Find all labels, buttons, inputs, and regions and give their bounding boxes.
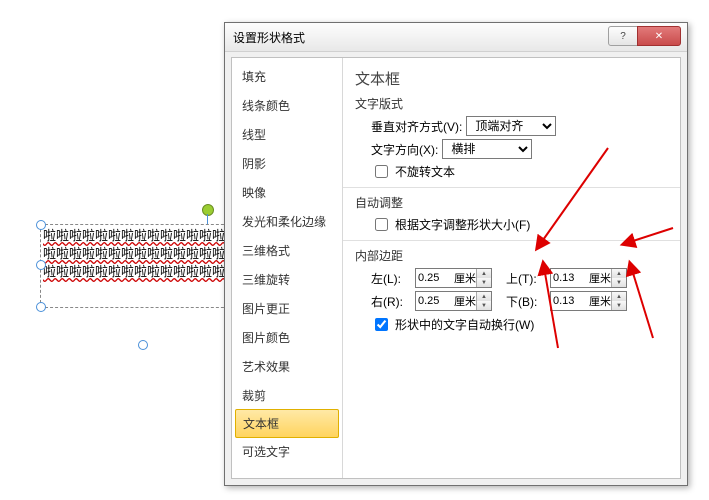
sidebar-item-linecolor[interactable]: 线条颜色 bbox=[232, 91, 342, 120]
margin-top-input[interactable] bbox=[551, 270, 587, 286]
sidebar-item-linestyle[interactable]: 线型 bbox=[232, 120, 342, 149]
resize-handle-sw[interactable] bbox=[36, 302, 46, 312]
margins-label: 内部边距 bbox=[355, 247, 668, 264]
textbox-panel: 文本框 文字版式 垂直对齐方式(V): 顶端对齐 文字方向(X): 横排 不旋转… bbox=[343, 58, 680, 478]
sidebar-item-3drotation[interactable]: 三维旋转 bbox=[232, 265, 342, 294]
wrap-label: 形状中的文字自动换行(W) bbox=[395, 316, 534, 333]
margin-top-label: 上(T): bbox=[506, 270, 546, 287]
panel-heading: 文本框 bbox=[355, 68, 668, 89]
dialog-body: 填充 线条颜色 线型 阴影 映像 发光和柔化边缘 三维格式 三维旋转 图片更正 … bbox=[231, 57, 681, 479]
shape-textbox[interactable]: 啦啦啦啦啦啦啦啦啦啦啦啦啦啦啦啦啦啦 啦啦啦啦啦啦啦啦啦啦啦啦啦啦啦啦啦啦 啦啦… bbox=[40, 224, 244, 308]
text-line: 啦啦啦啦啦啦啦啦啦啦啦啦啦啦啦啦啦啦 bbox=[43, 227, 241, 245]
text-line: 啦啦啦啦啦啦啦啦啦啦啦啦啦啦啦啦啦啦 bbox=[43, 245, 241, 263]
margin-left-spinner[interactable]: 厘米 ▲▼ bbox=[415, 268, 492, 288]
sidebar-item-3dformat[interactable]: 三维格式 bbox=[232, 236, 342, 265]
margin-right-label: 右(R): bbox=[371, 293, 411, 310]
resize-shape-checkbox[interactable] bbox=[375, 218, 388, 231]
wrap-checkbox[interactable] bbox=[375, 318, 388, 331]
textdir-select[interactable]: 横排 bbox=[442, 139, 532, 159]
spin-down-icon[interactable]: ▼ bbox=[612, 278, 626, 287]
rotate-handle[interactable] bbox=[202, 204, 214, 216]
margin-bottom-spinner[interactable]: 厘米 ▲▼ bbox=[550, 291, 627, 311]
margin-right-input[interactable] bbox=[416, 293, 452, 309]
sidebar-item-alttext[interactable]: 可选文字 bbox=[232, 437, 342, 466]
rotate-connector bbox=[207, 214, 208, 224]
dialog-titlebar[interactable]: 设置形状格式 ? ✕ bbox=[225, 23, 687, 52]
sidebar-item-textbox[interactable]: 文本框 bbox=[235, 409, 339, 438]
sidebar-item-shadow[interactable]: 阴影 bbox=[232, 149, 342, 178]
spin-down-icon[interactable]: ▼ bbox=[477, 278, 491, 287]
sidebar-item-fill[interactable]: 填充 bbox=[232, 62, 342, 91]
dialog-title: 设置形状格式 bbox=[233, 29, 305, 46]
resize-handle-w[interactable] bbox=[36, 260, 46, 270]
margin-top-spinner[interactable]: 厘米 ▲▼ bbox=[550, 268, 627, 288]
spin-up-icon[interactable]: ▲ bbox=[477, 269, 491, 278]
spin-down-icon[interactable]: ▼ bbox=[477, 301, 491, 310]
margin-left-label: 左(L): bbox=[371, 270, 411, 287]
margin-bottom-input[interactable] bbox=[551, 293, 587, 309]
sidebar-item-piccorrect[interactable]: 图片更正 bbox=[232, 294, 342, 323]
spin-up-icon[interactable]: ▲ bbox=[612, 292, 626, 301]
autofit-label: 自动调整 bbox=[355, 194, 668, 211]
valign-label: 垂直对齐方式(V): bbox=[371, 118, 462, 135]
category-sidebar: 填充 线条颜色 线型 阴影 映像 发光和柔化边缘 三维格式 三维旋转 图片更正 … bbox=[232, 58, 343, 478]
text-line: 啦啦啦啦啦啦啦啦啦啦啦啦啦啦啦啦啦啦 bbox=[43, 263, 241, 281]
margin-right-spinner[interactable]: 厘米 ▲▼ bbox=[415, 291, 492, 311]
textdir-label: 文字方向(X): bbox=[371, 141, 438, 158]
margin-left-input[interactable] bbox=[416, 270, 452, 286]
spin-up-icon[interactable]: ▲ bbox=[612, 269, 626, 278]
sidebar-item-artistic[interactable]: 艺术效果 bbox=[232, 352, 342, 381]
text-layout-label: 文字版式 bbox=[355, 95, 668, 112]
sidebar-item-piccolor[interactable]: 图片颜色 bbox=[232, 323, 342, 352]
sidebar-item-glow[interactable]: 发光和柔化边缘 bbox=[232, 207, 342, 236]
format-shape-dialog: 设置形状格式 ? ✕ 填充 线条颜色 线型 阴影 映像 发光和柔化边缘 三维格式… bbox=[224, 22, 688, 486]
close-button[interactable]: ✕ bbox=[637, 26, 681, 46]
spin-down-icon[interactable]: ▼ bbox=[612, 301, 626, 310]
resize-handle-nw[interactable] bbox=[36, 220, 46, 230]
spin-up-icon[interactable]: ▲ bbox=[477, 292, 491, 301]
resize-handle-s[interactable] bbox=[138, 340, 148, 350]
help-button[interactable]: ? bbox=[608, 26, 638, 46]
sidebar-item-reflection[interactable]: 映像 bbox=[232, 178, 342, 207]
valign-select[interactable]: 顶端对齐 bbox=[466, 116, 556, 136]
sidebar-item-crop[interactable]: 裁剪 bbox=[232, 381, 342, 410]
no-rotate-checkbox[interactable] bbox=[375, 165, 388, 178]
margin-bottom-label: 下(B): bbox=[506, 293, 546, 310]
resize-shape-label: 根据文字调整形状大小(F) bbox=[395, 216, 530, 233]
no-rotate-label: 不旋转文本 bbox=[395, 163, 455, 180]
